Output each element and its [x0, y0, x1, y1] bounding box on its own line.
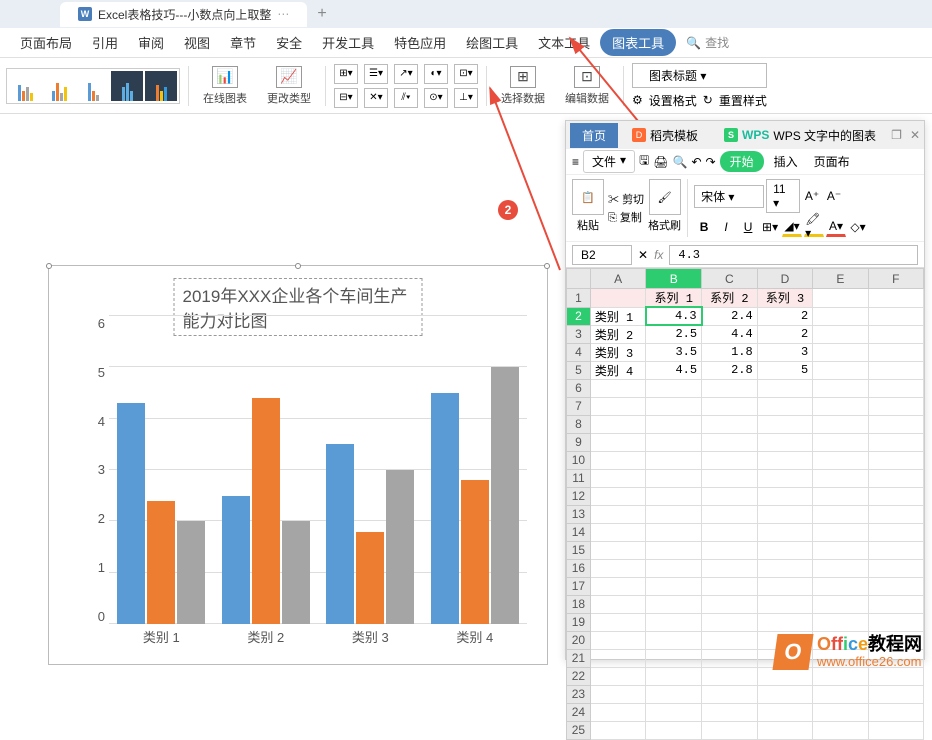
ribbon-menu: 页面布局 引用 审阅 视图 章节 安全 开发工具 特色应用 绘图工具 文本工具 …: [0, 28, 932, 58]
fx-icon[interactable]: fx: [654, 248, 663, 262]
save-icon[interactable]: 🖫: [639, 151, 649, 172]
subtab-doc[interactable]: SWPS WPS 文字中的图表: [712, 123, 888, 148]
menu-drawtools[interactable]: 绘图工具: [456, 27, 528, 58]
change-type-icon: 📈: [276, 66, 302, 88]
chart-style-gallery[interactable]: [6, 68, 180, 104]
menu-layout[interactable]: 页面布局: [10, 27, 82, 58]
decrease-font-button[interactable]: A⁻: [824, 186, 844, 206]
start-menu[interactable]: 开始: [720, 151, 764, 172]
insert-menu[interactable]: 插入: [768, 150, 804, 173]
menu-security[interactable]: 安全: [266, 27, 312, 58]
select-data-button[interactable]: ⊞ 选择数据: [495, 64, 551, 108]
clear-format-button[interactable]: ◇▾: [848, 217, 868, 237]
cancel-edit-icon[interactable]: ✕: [638, 248, 648, 262]
border-button[interactable]: ⊞▾: [760, 217, 780, 237]
subwindow-menu: ≡ 文件▾ 🖫 🖨 🔍 ↶ ↷ 开始 插入 页面布: [566, 149, 924, 175]
search-box[interactable]: 🔍 查找: [686, 34, 729, 51]
file-menu[interactable]: 文件▾: [583, 150, 635, 173]
reset-style-button[interactable]: 重置样式: [719, 92, 767, 109]
restore-icon[interactable]: ❐: [891, 128, 902, 142]
undo-icon[interactable]: ↶: [691, 155, 701, 169]
line-button[interactable]: ↗▾: [394, 64, 418, 84]
watermark-logo: O: [772, 634, 813, 670]
highlight-button[interactable]: 🖍▾: [804, 217, 824, 237]
italic-button[interactable]: I: [716, 217, 736, 237]
watermark-title: Office教程网: [817, 635, 922, 655]
set-format-button[interactable]: 设置格式: [649, 92, 697, 109]
bold-button[interactable]: B: [694, 217, 714, 237]
cut-button[interactable]: ✂ 剪切: [608, 191, 644, 207]
font-color-button[interactable]: A▾: [826, 217, 846, 237]
menu-devtools[interactable]: 开发工具: [312, 27, 384, 58]
tab-options-icon[interactable]: ⋯: [277, 7, 289, 21]
paste-button[interactable]: 📋: [572, 179, 604, 215]
online-chart-button[interactable]: 📊 在线图表: [197, 64, 253, 108]
sheet-icon: S: [724, 128, 738, 142]
formula-input[interactable]: 4.3: [669, 245, 918, 265]
preview-icon[interactable]: 🔍: [673, 155, 688, 169]
change-type-button[interactable]: 📈 更改类型: [261, 64, 317, 108]
subwindow-toolbar: 📋 粘贴 ✂ 剪切 ⎘ 复制 🖌 格式刷 宋体 ▾ 11 ▾ A⁺ A⁻ B: [566, 175, 924, 242]
word-icon: W: [78, 7, 92, 21]
bar-container: [109, 316, 527, 624]
increase-font-button[interactable]: A⁺: [802, 186, 822, 206]
format-painter-button[interactable]: 🖌: [649, 179, 681, 215]
cell-reference-box[interactable]: B2: [572, 245, 632, 265]
document-tabs: W Excel表格技巧---小数点向上取整 ⋯ +: [0, 0, 932, 28]
plot-area[interactable]: 0123456: [109, 316, 527, 624]
fill-color-button[interactable]: ◢▾: [782, 217, 802, 237]
menu-texttools[interactable]: 文本工具: [528, 27, 600, 58]
select-data-icon: ⊞: [510, 66, 536, 88]
add-tab-button[interactable]: +: [307, 1, 336, 27]
subtab-docer[interactable]: D稻壳模板: [620, 123, 710, 148]
menu-reference[interactable]: 引用: [82, 27, 128, 58]
gridline-button[interactable]: ☰▾: [364, 64, 388, 84]
subtab-home[interactable]: 首页: [570, 123, 618, 148]
label-button[interactable]: ⊡▾: [454, 64, 478, 84]
axis-button[interactable]: ⊞▾: [334, 64, 358, 84]
watermark-url: www.office26.com: [817, 655, 922, 669]
chart-icon: 📊: [212, 66, 238, 88]
subwindow-tabs: 首页 D稻壳模板 SWPS WPS 文字中的图表 ❐ ✕: [566, 121, 924, 149]
wps-data-window: 首页 D稻壳模板 SWPS WPS 文字中的图表 ❐ ✕ ≡ 文件▾ 🖫 🖨 🔍 …: [565, 120, 925, 660]
search-label: 查找: [705, 34, 729, 51]
font-size-select[interactable]: 11 ▾: [766, 179, 800, 213]
chevron-down-icon: ▾: [620, 153, 626, 170]
trend-button[interactable]: ⫽▾: [394, 88, 418, 108]
font-family-select[interactable]: 宋体 ▾: [694, 185, 764, 208]
underline-button[interactable]: U: [738, 217, 758, 237]
x-axis: 类别 1类别 2类别 3类别 4: [109, 627, 527, 646]
watermark: O Office教程网 www.office26.com: [775, 634, 922, 670]
layout-menu[interactable]: 页面布: [808, 150, 856, 173]
document-tab[interactable]: W Excel表格技巧---小数点向上取整 ⋯: [60, 2, 307, 27]
axis2-button[interactable]: ⊟▾: [334, 88, 358, 108]
menu-section[interactable]: 章节: [220, 27, 266, 58]
error-button[interactable]: ⊥▾: [454, 88, 478, 108]
tab-title: Excel表格技巧---小数点向上取整: [98, 6, 271, 23]
copy-button[interactable]: ⎘ 复制: [608, 209, 644, 225]
menu-review[interactable]: 审阅: [128, 27, 174, 58]
edit-data-icon: ⊡: [574, 66, 600, 88]
annotation-badge-2: 2: [498, 200, 518, 220]
app-menu-icon[interactable]: ≡: [572, 155, 579, 169]
redo-icon[interactable]: ↷: [706, 155, 716, 169]
print-icon[interactable]: 🖨: [653, 155, 668, 169]
search-icon: 🔍: [686, 36, 701, 50]
marker-button[interactable]: ⊙▾: [424, 88, 448, 108]
menu-featured[interactable]: 特色应用: [384, 27, 456, 58]
gear-icon: ⚙: [632, 93, 643, 107]
chart-object[interactable]: 2019年XXX企业各个车间生产能力对比图 0123456 类别 1类别 2类别…: [48, 265, 548, 665]
chart-title-dropdown[interactable]: 图表标题 ▾: [632, 63, 767, 88]
axis3-button[interactable]: ✕▾: [364, 88, 388, 108]
formula-bar: B2 ✕ fx 4.3: [566, 242, 924, 268]
y-axis: 0123456: [89, 316, 105, 624]
docer-icon: D: [632, 128, 646, 142]
ribbon-toolbar: 📊 在线图表 📈 更改类型 ⊞▾ ☰▾ ↗▾ ◐▾ ⊡▾ ⊟▾ ✕▾ ⫽▾ ⊙▾…: [0, 58, 932, 114]
reset-icon: ↻: [703, 93, 713, 107]
close-icon[interactable]: ✕: [910, 128, 920, 142]
style-button[interactable]: ◐▾: [424, 64, 448, 84]
edit-data-button[interactable]: ⊡ 编辑数据: [559, 64, 615, 108]
menu-charttools[interactable]: 图表工具: [600, 29, 676, 56]
menu-view[interactable]: 视图: [174, 27, 220, 58]
